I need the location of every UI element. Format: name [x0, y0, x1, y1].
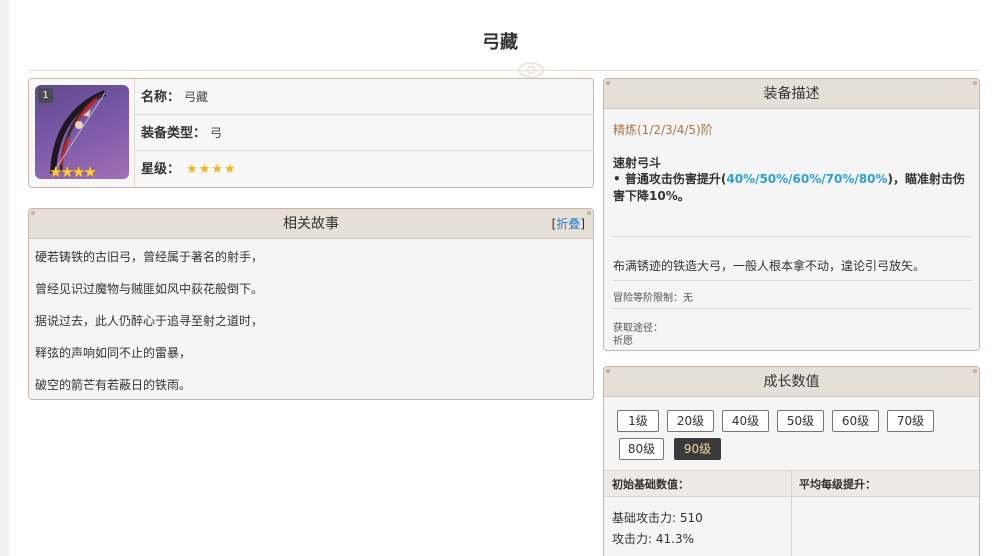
type-value: 弓: [210, 126, 223, 140]
divider: [613, 280, 972, 281]
weapon-image: 1 ★★★★: [35, 85, 129, 179]
description-header: 装备描述: [604, 79, 979, 109]
refine-title: 精炼(1/2/3/4/5)阶: [613, 123, 713, 137]
weapon-image-cell: 1 ★★★★: [29, 79, 135, 187]
description-title: 装备描述: [763, 86, 820, 102]
stats-panel: 成长数值 1级 20级 40级 50级 60级 70级 80级 90级 初始基础…: [603, 366, 980, 556]
level-button-50[interactable]: 50级: [777, 410, 824, 432]
level-button-20[interactable]: 20级: [667, 410, 714, 432]
level-button-70[interactable]: 70级: [887, 410, 934, 432]
page-title: 弓藏: [482, 32, 518, 53]
type-row: 装备类型：弓: [135, 115, 593, 151]
col-growth-header: 平均每级提升：: [799, 478, 876, 491]
story-body: 硬若铸铁的古旧弓，曾经属于著名的射手， 曾经见识过魔物与贼匪如风中荻花般倒下。 …: [29, 239, 593, 399]
fold-link[interactable]: 折叠: [556, 217, 580, 231]
rarity-label: 星级：: [141, 162, 181, 177]
stats-header: 成长数值: [604, 367, 979, 397]
level-button-40[interactable]: 40级: [722, 410, 769, 432]
name-row: 名称： 弓藏: [135, 79, 593, 115]
story-line: 硬若铸铁的古旧弓，曾经属于著名的射手，: [35, 250, 264, 264]
ar-limit: 冒险等阶限制：无: [613, 293, 693, 304]
name-label: 名称：: [141, 90, 181, 105]
base-atk-value: 基础攻击力: 510: [612, 511, 703, 525]
effect-name: 速射弓斗: [613, 156, 662, 170]
level-button-80[interactable]: 80级: [619, 438, 664, 460]
rarity-row: 星级： ★★★★: [135, 151, 593, 187]
rarity-stars: ★★★★: [186, 162, 237, 177]
story-panel: 相关故事 [折叠] 硬若铸铁的古旧弓，曾经属于著名的射手， 曾经见识过魔物与贼匪…: [28, 208, 594, 400]
story-line: 曾经见识过魔物与贼匪如风中荻花般倒下。: [35, 282, 264, 296]
column-divider: [791, 470, 792, 556]
effect-highlight: 40%/50%/60%/70%/80%: [726, 172, 888, 186]
effect-text: • 普通攻击伤害提升(40%/50%/60%/70%/80%)，瞄准射击伤害下降…: [613, 172, 965, 203]
col-base-header: 初始基础数值：: [612, 478, 689, 491]
story-line: 释弦的声响如同不止的雷暴，: [35, 346, 192, 360]
flavor-text: 布满锈迹的铁造大弓，一般人根本拿不动，遑论引弓放矢。: [613, 259, 926, 273]
stats-title: 成长数值: [763, 374, 820, 390]
weapon-info-panel: 1 ★★★★ 名称： 弓藏 装备类型：弓 星级： ★★★★: [28, 78, 594, 188]
level-button-90[interactable]: 90级: [674, 438, 721, 460]
level-button-1[interactable]: 1级: [617, 410, 659, 432]
story-title: 相关故事: [283, 216, 339, 232]
obtain-value: 祈愿: [613, 336, 633, 347]
fold-toggle[interactable]: [折叠]: [552, 209, 585, 239]
ornament-icon: [518, 62, 544, 78]
refine-badge: 1: [38, 88, 53, 103]
name-value: 弓藏: [184, 90, 209, 104]
story-line: 破空的箭芒有若蔽日的铁雨。: [35, 378, 192, 392]
left-scroll-strip: [0, 0, 9, 556]
atk-pct-value: 攻击力: 41.3%: [612, 532, 694, 546]
story-header: 相关故事 [折叠]: [29, 209, 593, 239]
title-divider: [28, 62, 980, 78]
level-button-60[interactable]: 60级: [832, 410, 879, 432]
divider: [613, 236, 972, 237]
story-line: 据说过去，此人仍醉心于追寻至射之道时，: [35, 314, 264, 328]
divider: [613, 308, 972, 309]
description-panel: 装备描述 精炼(1/2/3/4/5)阶 速射弓斗 • 普通攻击伤害提升(40%/…: [603, 78, 980, 351]
type-label: 装备类型：: [141, 126, 207, 141]
rarity-stars-overlay: ★★★★: [49, 163, 97, 179]
